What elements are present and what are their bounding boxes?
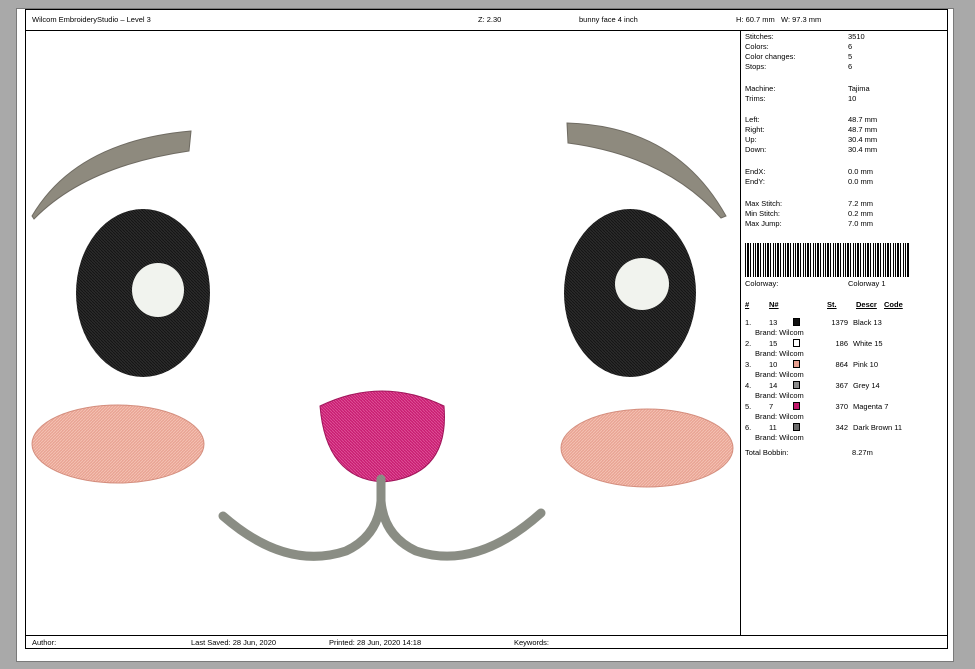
color-row-number: 14 <box>769 381 778 390</box>
color-row-index: 2. <box>745 339 752 348</box>
color-row-descr: Magenta 7 <box>853 402 889 411</box>
app-title: Wilcom EmbroideryStudio – Level 3 <box>32 15 151 24</box>
stat-label: Color changes: <box>745 52 796 61</box>
design-name: bunny face 4 inch <box>579 15 638 24</box>
stat-value: 0.2 mm <box>848 209 874 218</box>
color-swatch <box>793 402 800 410</box>
stat-label: Trims: <box>745 94 766 103</box>
color-row-stitches: 864 <box>835 360 848 369</box>
stat-value: Tajima <box>848 84 870 93</box>
col-header-index: # <box>745 300 750 309</box>
color-row-brand: Brand: Wilcom <box>755 412 804 421</box>
color-row-index: 4. <box>745 381 752 390</box>
total-bobbin-value: 8.27m <box>852 448 873 457</box>
color-row-stitches: 342 <box>835 423 848 432</box>
stat-label: Max Stitch: <box>745 199 783 208</box>
nose <box>319 390 445 483</box>
color-row-index: 5. <box>745 402 752 411</box>
col-header-code: Code <box>884 300 903 309</box>
color-swatch <box>793 360 800 368</box>
color-row-brand: Brand: Wilcom <box>755 328 804 337</box>
color-row-index: 6. <box>745 423 752 432</box>
color-row-brand: Brand: Wilcom <box>755 391 804 400</box>
stat-value: 5 <box>848 52 853 61</box>
barcode <box>745 243 910 277</box>
stat-label: Stitches: <box>745 32 774 41</box>
stat-value: 48.7 mm <box>848 125 878 134</box>
stat-value: 7.0 mm <box>848 219 874 228</box>
stat-label: Right: <box>745 125 765 134</box>
color-swatch <box>793 318 800 326</box>
author-label: Author: <box>32 638 57 647</box>
color-row-number: 11 <box>769 423 777 432</box>
stat-value: 48.7 mm <box>848 115 878 124</box>
worksheet-header: Wilcom EmbroideryStudio – Level 3 Z: 2.3… <box>26 10 947 31</box>
left-cheek <box>31 404 205 484</box>
color-row-number: 7 <box>769 402 774 411</box>
design-height: H: 60.7 mm <box>736 15 775 24</box>
print-preview-page: Wilcom EmbroideryStudio – Level 3 Z: 2.3… <box>16 8 954 662</box>
stat-value: 0.0 mm <box>848 167 874 176</box>
stat-label: Min Stitch: <box>745 209 781 218</box>
color-row-brand: Brand: Wilcom <box>755 433 804 442</box>
stat-label: Max Jump: <box>745 219 782 228</box>
color-swatch <box>793 423 800 431</box>
color-row-descr: Pink 10 <box>853 360 879 369</box>
color-row-descr: Dark Brown 11 <box>853 423 903 432</box>
stat-label: Colors: <box>745 42 769 51</box>
stat-label: Stops: <box>745 62 767 71</box>
stat-label: Machine: <box>745 84 776 93</box>
color-swatch <box>793 339 800 347</box>
col-header-stitches: St. <box>827 300 837 309</box>
color-row-brand: Brand: Wilcom <box>755 349 804 358</box>
stat-value: 3510 <box>848 32 865 41</box>
stat-label: Down: <box>745 145 767 154</box>
color-row-stitches: 367 <box>835 381 848 390</box>
stat-label: Up: <box>745 135 757 144</box>
col-header-descr: Descr <box>856 300 877 309</box>
stat-value: 0.0 mm <box>848 177 874 186</box>
design-info-panel: Stitches: 3510 Colors: 6 Color changes: 5 Stop… <box>741 31 947 636</box>
left-eyebrow <box>31 130 192 220</box>
color-row-number: 15 <box>769 339 778 348</box>
left-eye-highlight <box>132 263 184 317</box>
color-row-index: 3. <box>745 360 752 369</box>
mouth <box>218 474 546 561</box>
stat-value: 10 <box>848 94 857 103</box>
right-cheek <box>560 408 734 488</box>
printed-date: Printed: 28 Jun, 2020 14:18 <box>329 638 422 647</box>
stat-label: EndX: <box>745 167 766 176</box>
last-saved: Last Saved: 28 Jun, 2020 <box>191 638 277 647</box>
keywords-label: Keywords: <box>514 638 550 647</box>
stat-label: Left: <box>745 115 760 124</box>
color-row-number: 13 <box>769 318 778 327</box>
right-eye-highlight <box>615 258 669 310</box>
color-row-index: 1. <box>745 318 752 327</box>
stat-value: 6 <box>848 42 853 51</box>
color-row-number: 10 <box>769 360 778 369</box>
colorway-label: Colorway: <box>745 279 779 288</box>
design-preview <box>31 122 734 561</box>
stat-label: EndY: <box>745 177 766 186</box>
col-header-number: N# <box>769 300 779 309</box>
color-row-brand: Brand: Wilcom <box>755 370 804 379</box>
stat-value: 30.4 mm <box>848 135 878 144</box>
color-swatch <box>793 381 800 389</box>
zoom-level: Z: 2.30 <box>478 15 502 24</box>
worksheet-frame: Wilcom EmbroideryStudio – Level 3 Z: 2.3… <box>25 9 948 649</box>
color-row-stitches: 186 <box>835 339 848 348</box>
color-row-descr: Black 13 <box>853 318 882 327</box>
colorway-value: Colorway 1 <box>848 279 886 288</box>
total-bobbin-label: Total Bobbin: <box>745 448 789 457</box>
stat-value: 6 <box>848 62 853 71</box>
color-row-descr: Grey 14 <box>853 381 880 390</box>
right-eyebrow <box>566 122 727 219</box>
color-row-descr: White 15 <box>853 339 883 348</box>
color-row-stitches: 370 <box>835 402 848 411</box>
design-width: W: 97.3 mm <box>781 15 822 24</box>
worksheet-footer: Author: Last Saved: 28 Jun, 2020 Printed… <box>26 635 947 648</box>
stat-value: 30.4 mm <box>848 145 878 154</box>
stat-value: 7.2 mm <box>848 199 874 208</box>
color-row-stitches: 1379 <box>831 318 848 327</box>
